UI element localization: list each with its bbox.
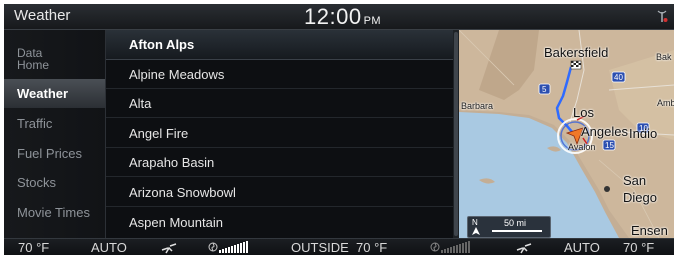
left-fan-speed[interactable] — [219, 241, 248, 253]
map-label-avalon: Avalon — [568, 142, 596, 152]
list-item[interactable]: Alpine Meadows — [106, 60, 453, 89]
climate-bar: 70 °F AUTO OUTSIDE 70 °F AUTO 70 °F — [4, 238, 674, 255]
scale-distance: 50 mi — [504, 218, 527, 228]
list-item[interactable]: Alta — [106, 89, 453, 118]
map-label-diego: Diego — [623, 190, 657, 205]
sidebar-item-label: Traffic — [17, 116, 53, 131]
map-label-amb: Amb — [657, 98, 674, 108]
right-climate-mode[interactable]: AUTO — [564, 239, 600, 255]
list-item-label: Arizona Snowbowl — [129, 185, 236, 200]
list-item[interactable]: Arapaho Basin — [106, 148, 453, 177]
map-label-angeles: Angeles — [581, 124, 628, 139]
right-temp[interactable]: 70 °F — [623, 239, 654, 255]
list-item[interactable]: Aspen Mountain — [106, 208, 453, 237]
left-airflow-icon[interactable] — [160, 241, 178, 254]
list-item-label: Angel Fire — [129, 126, 189, 141]
north-arrow-icon — [472, 227, 480, 235]
list-item-label: Afton Alps — [129, 37, 195, 52]
highway-40: 40 — [614, 73, 623, 82]
infotainment-screen: Weather 12:00 PM Data Home Weather Traffi… — [4, 4, 674, 255]
sidebar-item-movie-times[interactable]: Movie Times — [4, 198, 105, 227]
map-label-bak: Bak — [656, 52, 672, 62]
map-label-ensen: Ensen — [631, 223, 668, 238]
sidebar: Data Home Weather Traffic Fuel Prices St… — [4, 30, 105, 238]
left-fan-icon[interactable] — [208, 242, 218, 252]
left-climate-mode[interactable]: AUTO — [91, 239, 127, 255]
signal-icon — [657, 10, 668, 22]
list-item-label: Alta — [129, 96, 152, 111]
right-fan-icon[interactable] — [430, 242, 440, 252]
sidebar-item-fuel-prices[interactable]: Fuel Prices — [4, 139, 105, 168]
map-label-san: San — [623, 173, 647, 188]
north-indicator: N — [472, 218, 478, 227]
highway-5: 5 — [542, 85, 547, 94]
sidebar-item-data-home[interactable]: Data Home — [4, 47, 105, 77]
top-status-bar: Weather 12:00 PM — [4, 4, 674, 30]
right-fan-speed[interactable] — [441, 241, 470, 253]
sidebar-item-label: Data Home — [17, 46, 50, 72]
sidebar-item-traffic[interactable]: Traffic — [4, 109, 105, 138]
list-item[interactable]: Arizona Snowbowl — [106, 178, 453, 207]
sidebar-item-weather[interactable]: Weather — [4, 79, 105, 108]
list-item-label: Aspen Mountain — [129, 215, 223, 230]
sidebar-item-label: Stocks — [17, 175, 57, 190]
sidebar-item-stocks[interactable]: Stocks — [4, 168, 105, 197]
scroll-thumb[interactable] — [454, 32, 458, 236]
left-temp[interactable]: 70 °F — [18, 239, 49, 255]
map-view[interactable]: Bakersfield Bak Santa Barbara Los Angele… — [459, 30, 674, 238]
app-title: Weather — [14, 7, 71, 24]
list-item[interactable]: Angel Fire — [106, 119, 453, 148]
map-scale: N 50 mi — [467, 216, 551, 238]
map-label-los: Los — [573, 105, 594, 120]
right-airflow-icon[interactable] — [515, 241, 533, 254]
clock: 12:00 PM — [304, 4, 381, 30]
highway-10: 10 — [639, 124, 648, 133]
sidebar-item-label: Weather — [17, 86, 69, 101]
ski-resort-list: Afton Alps Alpine Meadows Alta Angel Fir… — [106, 30, 453, 238]
clock-ampm: PM — [363, 15, 382, 27]
sidebar-item-label: Movie Times — [17, 205, 90, 220]
list-item-label: Arapaho Basin — [129, 155, 215, 170]
map-label-bakersfield: Bakersfield — [544, 45, 609, 60]
scale-bar — [492, 230, 542, 232]
map-label-santa-barbara: Santa Barbara — [459, 101, 494, 111]
sidebar-item-label: Fuel Prices — [17, 146, 83, 161]
outside-temp: OUTSIDE 70 °F — [291, 240, 388, 255]
list-item-label: Alpine Meadows — [129, 67, 225, 82]
list-item[interactable]: Afton Alps — [106, 30, 453, 60]
highway-15: 15 — [605, 141, 614, 150]
clock-time: 12:00 — [304, 4, 362, 29]
